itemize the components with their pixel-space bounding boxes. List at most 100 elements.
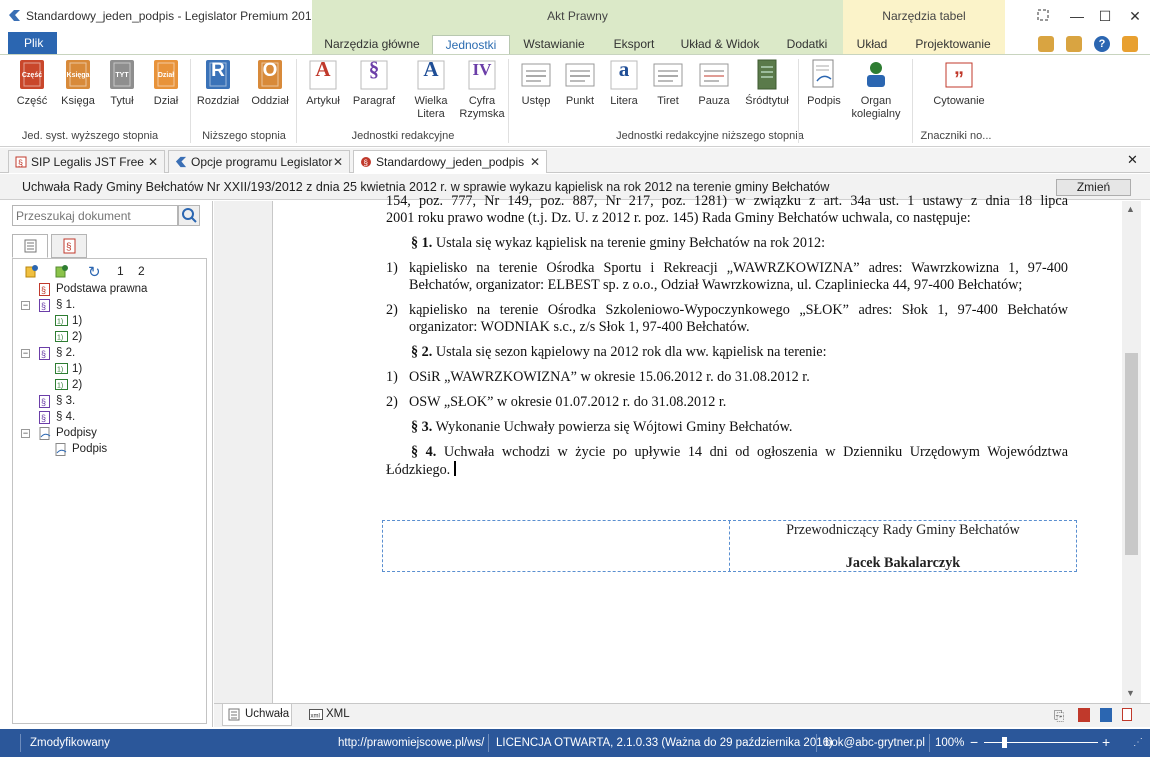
tree-node[interactable]: − § § 1. <box>13 298 203 314</box>
tab-uklad[interactable]: Układ <box>850 35 894 54</box>
scroll-down-icon[interactable]: ▼ <box>1126 688 1135 698</box>
close-tab-icon[interactable]: ✕ <box>530 151 540 173</box>
close-tab-icon[interactable]: ✕ <box>148 151 158 173</box>
attachment-add-icon[interactable] <box>1100 708 1112 722</box>
tree-node[interactable]: Podpis <box>13 442 203 458</box>
svg-text:1): 1) <box>57 335 63 342</box>
tree-node[interactable]: § § 4. <box>13 410 203 426</box>
ribbon-organ-kolegialny-button[interactable]: Organ kolegialny <box>848 59 904 121</box>
restore-icon[interactable] <box>1030 6 1056 26</box>
ribbon-czesc-button[interactable]: Część Część <box>13 59 51 108</box>
tree-node[interactable]: − § § 2. <box>13 346 203 362</box>
folder-up-icon[interactable] <box>1038 36 1054 52</box>
tab-projektowanie[interactable]: Projektowanie <box>912 35 994 54</box>
tree-node[interactable]: 1) 1) <box>13 362 203 378</box>
tab-wstawianie[interactable]: Wstawianie <box>520 35 588 54</box>
search-input[interactable] <box>12 205 178 226</box>
tab-xml[interactable]: xml XML <box>304 704 354 726</box>
group-nizszego-stopnia-label: Niższego stopnia <box>202 130 286 142</box>
tree-node[interactable]: 1) 1) <box>13 314 203 330</box>
tab-uchwala[interactable]: Uchwała <box>222 704 292 726</box>
czesc-glyph: Część <box>21 72 43 79</box>
tree-toggle-icon[interactable]: − <box>21 301 30 310</box>
attachment-remove-icon[interactable] <box>1078 708 1090 722</box>
status-email[interactable]: bok@abc-grytner.pl <box>825 737 925 749</box>
tree-node[interactable]: § Podstawa prawna <box>13 282 203 298</box>
paragraph-tab[interactable]: § <box>51 234 87 258</box>
signature-table[interactable]: Przewodniczący Rady Gminy Bełchatów Jace… <box>382 520 1077 572</box>
tree-node-label: 1) <box>72 363 83 375</box>
tree-toggle-icon[interactable]: − <box>21 349 30 358</box>
scroll-thumb[interactable] <box>1125 353 1138 555</box>
tree-node[interactable]: 1) 2) <box>13 330 203 346</box>
item-text: OSiR „WAWRZKOWIZNA” w okresie 15.06.2012… <box>409 369 810 385</box>
ribbon-tiret-button[interactable]: Tiret <box>650 59 686 108</box>
ribbon-punkt-button[interactable]: Punkt <box>562 59 598 108</box>
point-icon: 1) <box>55 331 68 344</box>
zoom-out-icon[interactable]: − <box>970 734 978 750</box>
rozdzial-icon: R <box>203 59 233 91</box>
close-tab-icon[interactable]: ✕ <box>333 151 343 173</box>
document-icon <box>228 708 240 721</box>
ribbon-ustep-button[interactable]: Ustęp <box>518 59 554 108</box>
paragraf-icon: § <box>359 59 389 91</box>
doctab-label: Opcje programu Legislator <box>191 155 333 169</box>
paragraph-icon: § <box>39 347 50 360</box>
doctab-opcje[interactable]: Opcje programu Legislator ✕ <box>168 150 350 173</box>
tree-toggle-icon[interactable]: − <box>21 429 30 438</box>
tab-dodatki[interactable]: Dodatki <box>778 35 836 54</box>
ribbon-rozdzial-button[interactable]: R Rozdział <box>196 59 240 108</box>
zoom-in-icon[interactable]: + <box>1102 734 1110 750</box>
tree-node[interactable]: 1) 2) <box>13 378 203 394</box>
ribbon-pauza-button[interactable]: Pauza <box>696 59 732 108</box>
tree-node[interactable]: § § 3. <box>13 394 203 410</box>
ribbon-srodtytul-button[interactable]: Śródtytuł <box>742 59 792 108</box>
ribbon-separator <box>190 59 191 143</box>
tab-narzedzia-glowne[interactable]: Narzędzia główne <box>322 35 422 54</box>
doctab-sip-legalis[interactable]: § SIP Legalis JST Free ✕ <box>8 150 165 173</box>
ribbon-dzial-button[interactable]: Dział Dział <box>148 59 184 108</box>
paragraph-1: § 1. Ustala się wykaz kąpielisk na teren… <box>386 235 1068 252</box>
tree-node[interactable]: − Podpisy <box>13 426 203 442</box>
tab-jednostki[interactable]: Jednostki <box>432 35 510 54</box>
pdf-icon[interactable] <box>1122 708 1132 721</box>
resize-grip-icon[interactable]: ⋰ <box>1133 737 1143 748</box>
file-menu-button[interactable]: Plik <box>8 32 57 54</box>
ribbon-oddzial-button[interactable]: O Oddział <box>250 59 290 108</box>
ribbon-paragraf-button[interactable]: § Paragraf <box>350 59 398 108</box>
status-url[interactable]: http://prawomiejscowe.pl/ws/ <box>338 737 484 749</box>
svg-text:§: § <box>41 397 46 407</box>
ribbon-podpis-button[interactable]: Podpis <box>806 59 842 108</box>
tytul-glyph: TYT <box>115 72 129 79</box>
search-icon[interactable] <box>178 205 200 226</box>
maximize-button[interactable]: ☐ <box>1092 6 1118 26</box>
svg-text:§: § <box>18 158 23 168</box>
paragraph-number: § 1. <box>411 235 433 251</box>
outline-tab[interactable] <box>12 234 48 258</box>
signature-icon <box>39 427 51 440</box>
tab-uklad-widok[interactable]: Układ & Widok <box>680 35 760 54</box>
attachment-icon[interactable]: ⎘ <box>1054 708 1066 723</box>
help-icon[interactable]: ? <box>1094 36 1110 52</box>
tab-eksport[interactable]: Eksport <box>604 35 664 54</box>
minimize-button[interactable]: — <box>1064 6 1090 26</box>
ribbon-tytul-button[interactable]: TYT Tytuł <box>104 59 140 108</box>
close-all-tabs-icon[interactable]: ✕ <box>1127 152 1138 168</box>
ribbon-ksiega-button[interactable]: Księga Księga <box>58 59 98 108</box>
ribbon-artykul-button[interactable]: A Artykuł <box>303 59 343 108</box>
ribbon-cyfra-rzymska-button[interactable]: IV Cyfra Rzymska <box>458 59 506 121</box>
svg-text:1): 1) <box>57 319 63 326</box>
ribbon-litera-button[interactable]: a Litera <box>606 59 642 108</box>
doctab-standardowy[interactable]: § Standardowy_jeden_podpis ✕ <box>353 150 547 173</box>
close-window-button[interactable]: ✕ <box>1122 6 1148 26</box>
vertical-scrollbar[interactable]: ▲ ▼ <box>1122 201 1141 703</box>
document-page[interactable]: 154, poz. 777, Nr 149, poz. 887, Nr 217,… <box>272 193 1141 703</box>
ribbon-cytowanie-button[interactable]: „ Cytowanie <box>928 58 990 108</box>
folder-share-icon[interactable] <box>1066 36 1082 52</box>
ribbon-button-label: Pauza <box>698 95 730 107</box>
zoom-slider-thumb[interactable] <box>1002 737 1007 748</box>
document-body[interactable]: 154, poz. 777, Nr 149, poz. 887, Nr 217,… <box>386 193 1068 487</box>
mail-icon[interactable] <box>1122 36 1138 52</box>
scroll-up-icon[interactable]: ▲ <box>1126 204 1135 214</box>
ribbon-wielka-litera-button[interactable]: A Wielka Litera <box>410 59 452 121</box>
